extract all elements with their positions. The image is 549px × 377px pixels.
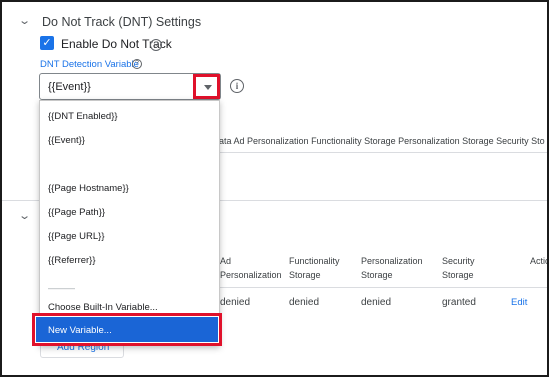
header-functionality-2: Storage — [289, 270, 321, 280]
divider — [202, 152, 547, 153]
variable-dropdown-menu: {{DNT Enabled}} {{Event}} {{Page Hostnam… — [39, 100, 220, 346]
option-referrer[interactable]: {{Referrer}} — [40, 255, 219, 266]
dropdown-toggle-button[interactable] — [193, 74, 220, 99]
cell-ad-personalization: denied — [220, 297, 251, 308]
option-page-url[interactable]: {{Page URL}} — [40, 231, 219, 242]
menu-separator: ——— — [48, 283, 75, 293]
help-icon[interactable]: ? — [150, 39, 162, 51]
header-personalization-1: Personalization — [361, 256, 423, 266]
header-security-2: Storage — [442, 270, 474, 280]
chevron-down-icon — [204, 85, 212, 90]
table-header-row: er Data Ad Personalization Functionality… — [202, 136, 545, 146]
option-page-hostname[interactable]: {{Page Hostname}} — [40, 183, 219, 194]
header-functionality-1: Functionality — [289, 256, 340, 266]
selected-variable: {{Event}} — [48, 81, 91, 93]
new-variable-highlight: New Variable... — [32, 313, 222, 346]
option-page-path[interactable]: {{Page Path}} — [40, 207, 219, 218]
enable-dnt-checkbox[interactable]: ✓ — [40, 36, 54, 50]
cell-personalization: denied — [361, 297, 392, 308]
edit-link[interactable]: Edit — [511, 297, 527, 308]
cell-security: granted — [442, 297, 476, 308]
option-event[interactable]: {{Event}} — [40, 135, 219, 146]
header-personalization-2: Storage — [361, 270, 393, 280]
option-blank[interactable] — [40, 159, 219, 173]
header-actions: Actic — [530, 256, 549, 266]
header-ad-personalization-1: Ad — [220, 256, 232, 266]
dnt-variable-label: DNT Detection Variable — [40, 59, 139, 70]
option-choose-builtin[interactable]: Choose Built-In Variable... — [40, 302, 219, 313]
option-new-variable[interactable]: New Variable... — [36, 317, 218, 342]
option-dnt-enabled[interactable]: {{DNT Enabled}} — [40, 111, 219, 122]
section-title: Do Not Track (DNT) Settings — [42, 15, 202, 29]
region-collapse-chevron-icon[interactable]: ⌄ — [18, 209, 31, 222]
variable-help-icon[interactable]: ? — [132, 59, 142, 69]
info-icon[interactable]: i — [230, 79, 244, 93]
collapse-chevron-icon[interactable]: ⌄ — [18, 14, 31, 27]
screenshot-frame: ⌄ Do Not Track (DNT) Settings ✓ Enable D… — [0, 0, 549, 377]
header-ad-personalization-2: Personalization — [220, 270, 282, 280]
cell-functionality: denied — [289, 297, 320, 308]
table-divider — [202, 287, 547, 288]
header-security-1: Security — [442, 256, 475, 266]
